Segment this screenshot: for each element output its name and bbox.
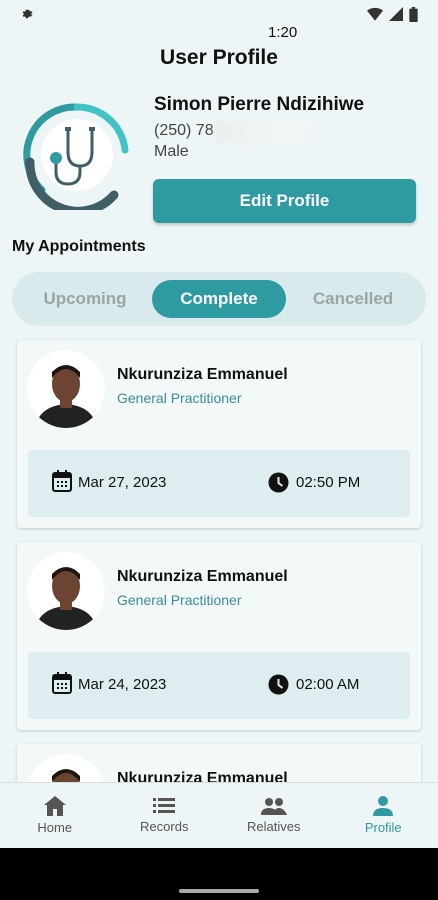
nav-label-records: Records — [140, 819, 189, 834]
clock-icon — [268, 674, 289, 695]
nav-item-profile[interactable]: Profile — [329, 783, 438, 848]
doctor-avatar — [27, 350, 105, 428]
stethoscope-logo-icon — [23, 103, 129, 210]
nav-item-relatives[interactable]: Relatives — [219, 783, 329, 848]
nav-label-relatives: Relatives — [247, 819, 301, 834]
user-phone: (250) 78 — [154, 122, 214, 139]
status-time: 1:20 — [268, 24, 298, 41]
doctor-avatar — [27, 552, 105, 630]
appointment-time: 02:50 PM — [296, 474, 361, 491]
battery-icon — [409, 6, 418, 22]
appointment-tabs: Upcoming Complete Cancelled — [12, 272, 426, 326]
user-name: Simon Pierre Ndizihiwe — [154, 94, 365, 115]
redaction-blur — [214, 121, 318, 143]
nav-item-records[interactable]: Records — [110, 783, 220, 848]
app-screen: 1:20 User Profile Simon Pierre Ndizihiwe… — [0, 0, 438, 848]
people-icon — [260, 798, 287, 815]
appointment-time-panel: Mar 27, 2023 02:50 PM — [28, 450, 410, 517]
tab-cancelled[interactable]: Cancelled — [286, 280, 420, 318]
appointments-title: My Appointments — [12, 238, 146, 255]
tab-complete[interactable]: Complete — [152, 280, 286, 318]
clock-icon — [268, 472, 289, 493]
appointment-card[interactable]: Nkurunziza Emmanuel General Practitioner… — [17, 340, 421, 528]
person-icon — [373, 796, 394, 816]
doctor-name: Nkurunziza Emmanuel — [117, 568, 288, 585]
calendar-icon — [52, 672, 72, 694]
appointment-date: Mar 24, 2023 — [78, 676, 167, 693]
page-title: User Profile — [160, 46, 278, 69]
nav-label-home: Home — [37, 820, 73, 835]
list-icon — [153, 798, 176, 813]
user-gender: Male — [154, 143, 189, 160]
appointment-card[interactable]: Nkurunziza Emmanuel General Practitioner… — [17, 542, 421, 730]
gesture-bar[interactable] — [179, 889, 259, 893]
doctor-name: Nkurunziza Emmanuel — [117, 366, 288, 383]
home-icon — [43, 796, 66, 816]
calendar-icon — [52, 470, 72, 492]
signal-icon — [389, 7, 403, 21]
appointment-time-panel: Mar 24, 2023 02:00 AM — [28, 652, 410, 719]
bottom-nav: Home Records Relatives Profile — [0, 782, 438, 848]
edit-profile-button[interactable]: Edit Profile — [153, 179, 416, 223]
wifi-icon — [367, 7, 383, 21]
doctor-specialty: General Practitioner — [117, 592, 242, 608]
nav-label-profile: Profile — [364, 820, 402, 835]
doctor-specialty: General Practitioner — [117, 390, 242, 406]
tab-upcoming[interactable]: Upcoming — [18, 280, 152, 318]
status-bar: 1:20 — [0, 0, 438, 41]
nav-item-home[interactable]: Home — [0, 783, 110, 848]
appointment-time: 02:00 AM — [296, 676, 360, 693]
appointment-date: Mar 27, 2023 — [78, 474, 167, 491]
gear-icon — [22, 9, 33, 19]
